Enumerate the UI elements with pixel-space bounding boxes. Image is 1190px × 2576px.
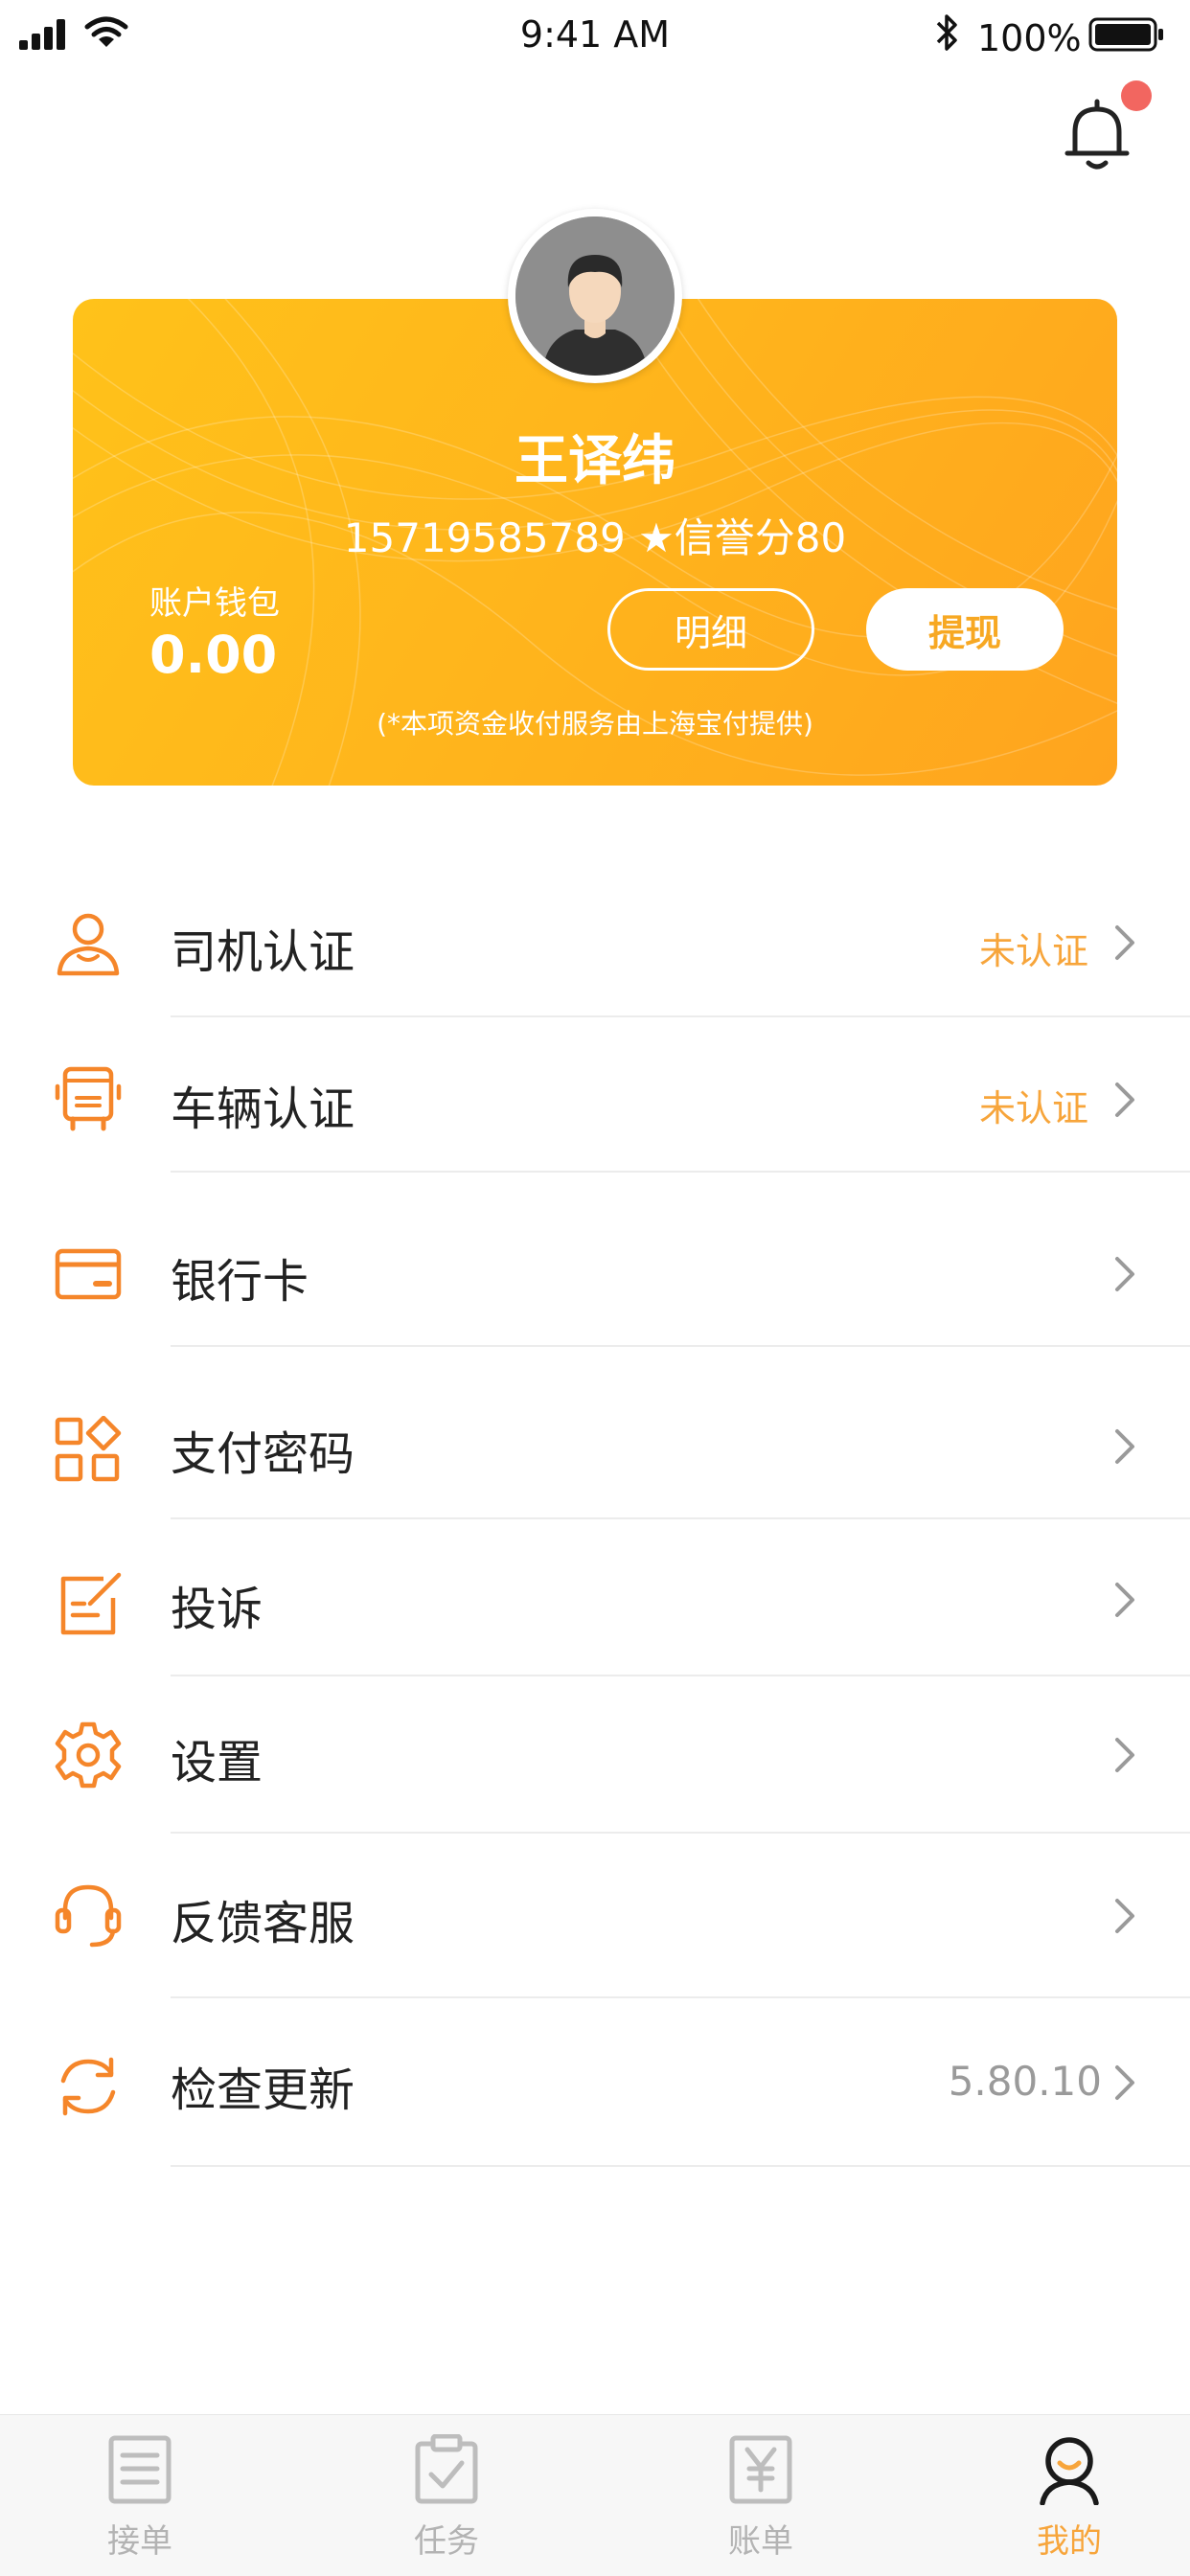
tab-label: 账单 [728,2522,793,2561]
wallet-label: 账户钱包 [149,584,280,623]
menu-label: 投诉 [171,1583,263,1636]
app-version: 5.80.10 [948,2058,1102,2105]
notification-dot [1121,80,1152,111]
tab-label: 我的 [1037,2522,1102,2561]
menu-item-check-update[interactable]: 检查更新 5.80.10 [0,1998,1190,2167]
tab-label: 接单 [107,2522,172,2561]
grid-apps-icon [55,1416,122,1482]
menu-label: 反馈客服 [171,1897,355,1950]
battery-percent: 100% [977,17,1082,59]
gear-icon [55,1721,122,1789]
tab-orders[interactable]: 接单 [63,2415,217,2576]
tab-tasks[interactable]: 任务 [370,2415,523,2576]
menu-label: 银行卡 [171,1255,309,1309]
bank-card-icon [55,1248,122,1300]
chevron-right-icon [1115,1738,1134,1772]
bottom-tab-bar: 接单 任务 账单 我的 [0,2414,1190,2576]
menu-divider [171,2165,1190,2167]
wallet-amount: 0.00 [149,625,278,685]
user-name: 王译纬 [515,430,675,492]
menu-label: 检查更新 [171,2063,355,2117]
withdraw-button[interactable]: 提现 [866,588,1064,671]
menu-label: 支付密码 [171,1427,355,1481]
avatar-image [515,217,675,376]
verification-status: 未认证 [978,1087,1088,1129]
status-bar: 9:41 AM 100% [0,0,1190,73]
chevron-right-icon [1115,925,1134,960]
chevron-right-icon [1115,1083,1134,1117]
document-icon [108,2435,172,2504]
user-icon [1040,2437,1099,2505]
tab-label: 任务 [414,2522,479,2561]
chevron-right-icon [1115,1899,1134,1933]
menu-item-payment-password[interactable]: 支付密码 [0,1347,1190,1519]
tab-mine[interactable]: 我的 [993,2415,1146,2576]
edit-note-icon [60,1572,122,1635]
yen-bill-icon [729,2435,792,2504]
driver-icon [57,913,120,976]
menu-item-vehicle-verification[interactable]: 车辆认证 未认证 [0,1017,1190,1176]
menu-item-complaint[interactable]: 投诉 [0,1517,1190,1676]
truck-icon [55,1066,122,1131]
payment-service-note: (*本项资金收付服务由上海宝付提供) [377,708,813,740]
chevron-right-icon [1115,2065,1134,2100]
avatar[interactable] [508,209,682,383]
menu-divider [171,1171,1190,1173]
battery-icon [1088,17,1163,52]
menu-item-driver-verification[interactable]: 司机认证 未认证 [0,862,1190,1021]
menu-label: 司机认证 [171,925,355,979]
refresh-icon [60,2057,116,2116]
menu-label: 设置 [171,1736,263,1790]
menu-label: 车辆认证 [171,1083,355,1136]
user-phone-credit: 15719585789 ★信誉分80 [343,514,847,561]
chevron-right-icon [1115,1257,1134,1291]
headset-icon [55,1884,122,1948]
chevron-right-icon [1115,1429,1134,1464]
bluetooth-icon [936,14,957,51]
bell-icon[interactable] [1062,94,1133,174]
tab-bills[interactable]: 账单 [684,2415,837,2576]
verification-status: 未认证 [978,930,1088,972]
menu-item-bank-card[interactable]: 银行卡 [0,1174,1190,1347]
chevron-right-icon [1115,1583,1134,1617]
clipboard-check-icon [415,2434,478,2504]
menu-item-settings[interactable]: 设置 [0,1676,1190,1835]
menu-item-customer-service[interactable]: 反馈客服 [0,1834,1190,1998]
detail-button[interactable]: 明细 [607,588,814,671]
